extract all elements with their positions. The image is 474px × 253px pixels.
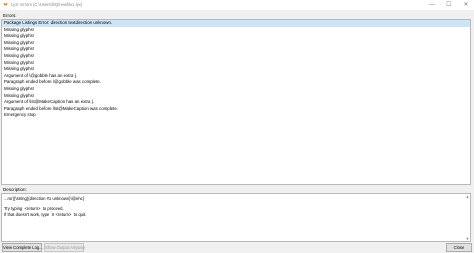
scroll-down-icon[interactable]: ▼ (465, 236, 470, 241)
show-output-anyway-button: Show Output Anyway (44, 243, 85, 252)
error-list-item[interactable]: Missing glyphs! (2, 33, 470, 40)
error-list-item[interactable]: Emergency stop (2, 112, 470, 119)
view-complete-log-button[interactable]: View Complete Log... (2, 243, 43, 252)
scroll-up-icon[interactable]: ▲ (465, 194, 470, 199)
error-list-item[interactable]: Missing glyphs! (2, 46, 470, 53)
error-list-item[interactable]: Argument of \lst@MakeCaption has an extr… (2, 99, 470, 106)
errors-label: Errors: (3, 13, 17, 18)
error-list-item[interactable]: Missing glyphs! (2, 27, 470, 34)
description-text[interactable]: ...ror}{\string}{direction #1 unknown}\@… (1, 193, 471, 242)
error-list-item[interactable]: Missing glyphs! (2, 86, 470, 93)
lyx-app-icon (3, 3, 8, 6)
error-list-item[interactable]: Missing glyphs! (2, 60, 470, 67)
error-list-item[interactable]: Package Listings Error: direction textdi… (2, 20, 470, 27)
window-title: LyX: Errors (C:\Users\li\Q\newfile1.lyx) (11, 2, 83, 7)
error-list-item[interactable]: Paragraph ended before \lst@MakeCaption … (2, 106, 470, 113)
errors-list[interactable]: Package Listings Error: direction textdi… (1, 19, 471, 185)
error-list-item[interactable]: Argument of \@gobble has an extra }. (2, 73, 470, 80)
close-button[interactable]: Close (446, 243, 472, 252)
error-list-item[interactable]: Missing glyphs! (2, 93, 470, 100)
error-list-item[interactable]: Paragraph ended before \@gobble was comp… (2, 79, 470, 86)
error-list-item[interactable]: Missing glyphs! (2, 66, 470, 73)
close-window-button[interactable]: ✕ (462, 1, 470, 9)
title-bar: LyX: Errors (C:\Users\li\Q\newfile1.lyx)… (0, 0, 474, 10)
minimize-button[interactable]: — (428, 1, 436, 9)
error-list-item[interactable]: Missing glyphs! (2, 53, 470, 60)
error-list-item[interactable]: Missing glyphs! (2, 40, 470, 47)
maximize-button[interactable]: ☐ (445, 1, 453, 9)
description-label: Description: (3, 187, 27, 192)
